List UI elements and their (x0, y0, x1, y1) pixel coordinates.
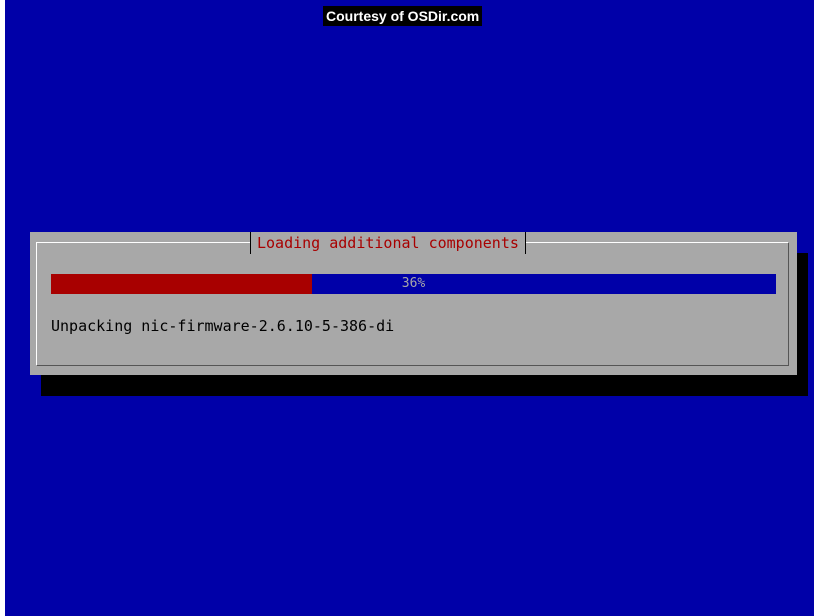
watermark-courtesy: Courtesy of OSDir.com (323, 6, 483, 26)
dialog-title: Loading additional components (250, 232, 526, 254)
progress-bar: 36% (51, 274, 776, 294)
loading-dialog: Loading additional components 36% Unpack… (30, 232, 797, 375)
dialog-frame (36, 242, 789, 366)
installer-screen: Courtesy of OSDir.com Loading additional… (5, 0, 814, 616)
status-message: Unpacking nic-firmware-2.6.10-5-386-di (51, 317, 395, 335)
progress-percent-label: 36% (401, 276, 426, 291)
